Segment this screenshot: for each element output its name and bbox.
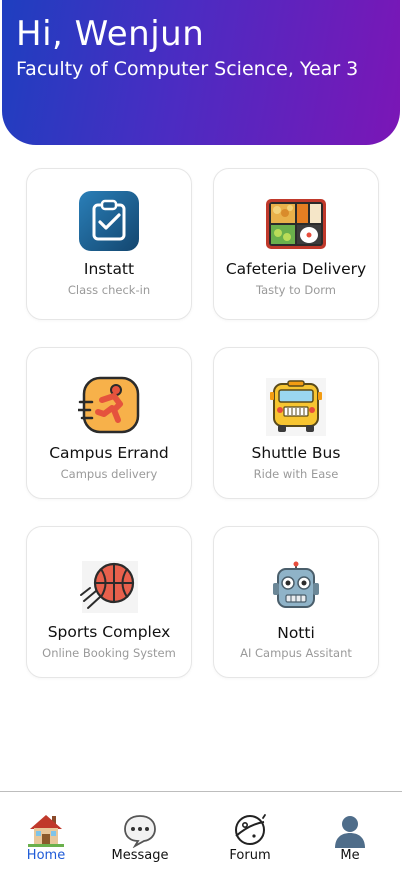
card-sports-complex[interactable]: Sports Complex Online Booking System xyxy=(26,526,192,678)
nav-label: Message xyxy=(111,848,169,863)
card-title: Campus Errand xyxy=(49,444,169,462)
card-notti[interactable]: Notti AI Campus Assitant xyxy=(213,526,379,678)
card-campus-errand[interactable]: Campus Errand Campus delivery xyxy=(26,347,192,499)
nav-label: Me xyxy=(340,848,360,863)
card-subtitle: Online Booking System xyxy=(42,646,176,660)
robot-icon xyxy=(273,561,319,608)
nav-item-me[interactable]: Me xyxy=(315,812,385,863)
faculty-subtitle: Faculty of Computer Science, Year 3 xyxy=(16,58,359,80)
bus-icon xyxy=(266,378,326,436)
card-subtitle: Ride with Ease xyxy=(253,467,339,481)
basketball-icon xyxy=(80,561,138,613)
clipboard-check-icon xyxy=(79,191,139,251)
card-title: Instatt xyxy=(83,260,135,278)
nav-item-home[interactable]: Home xyxy=(11,812,81,863)
card-title: Sports Complex xyxy=(47,623,171,641)
card-title: Notti xyxy=(277,624,315,642)
person-icon xyxy=(335,816,365,848)
planet-icon xyxy=(235,814,266,845)
bottom-nav-divider xyxy=(0,791,402,792)
card-subtitle: Tasty to Dorm xyxy=(256,283,336,297)
card-cafeteria-delivery[interactable]: Cafeteria Delivery Tasty to Dorm xyxy=(213,168,379,320)
bento-box-icon xyxy=(266,199,326,249)
card-shuttle-bus[interactable]: Shuttle Bus Ride with Ease xyxy=(213,347,379,499)
nav-label: Home xyxy=(26,848,66,863)
nav-item-message[interactable]: Message xyxy=(105,812,175,863)
card-subtitle: AI Campus Assitant xyxy=(240,646,352,660)
nav-label: Forum xyxy=(229,848,271,863)
greeting-title: Hi, Wenjun xyxy=(16,14,205,54)
nav-item-forum[interactable]: Forum xyxy=(215,812,285,863)
house-icon xyxy=(28,815,64,847)
card-title: Cafeteria Delivery xyxy=(225,260,367,278)
card-subtitle: Class check-in xyxy=(67,283,151,297)
card-title: Shuttle Bus xyxy=(251,444,341,462)
chat-bubble-icon xyxy=(124,815,156,848)
card-subtitle: Campus delivery xyxy=(60,467,158,481)
card-instatt[interactable]: Instatt Class check-in xyxy=(26,168,192,320)
header-banner: Hi, Wenjun Faculty of Computer Science, … xyxy=(2,0,400,145)
running-person-icon xyxy=(78,376,140,434)
